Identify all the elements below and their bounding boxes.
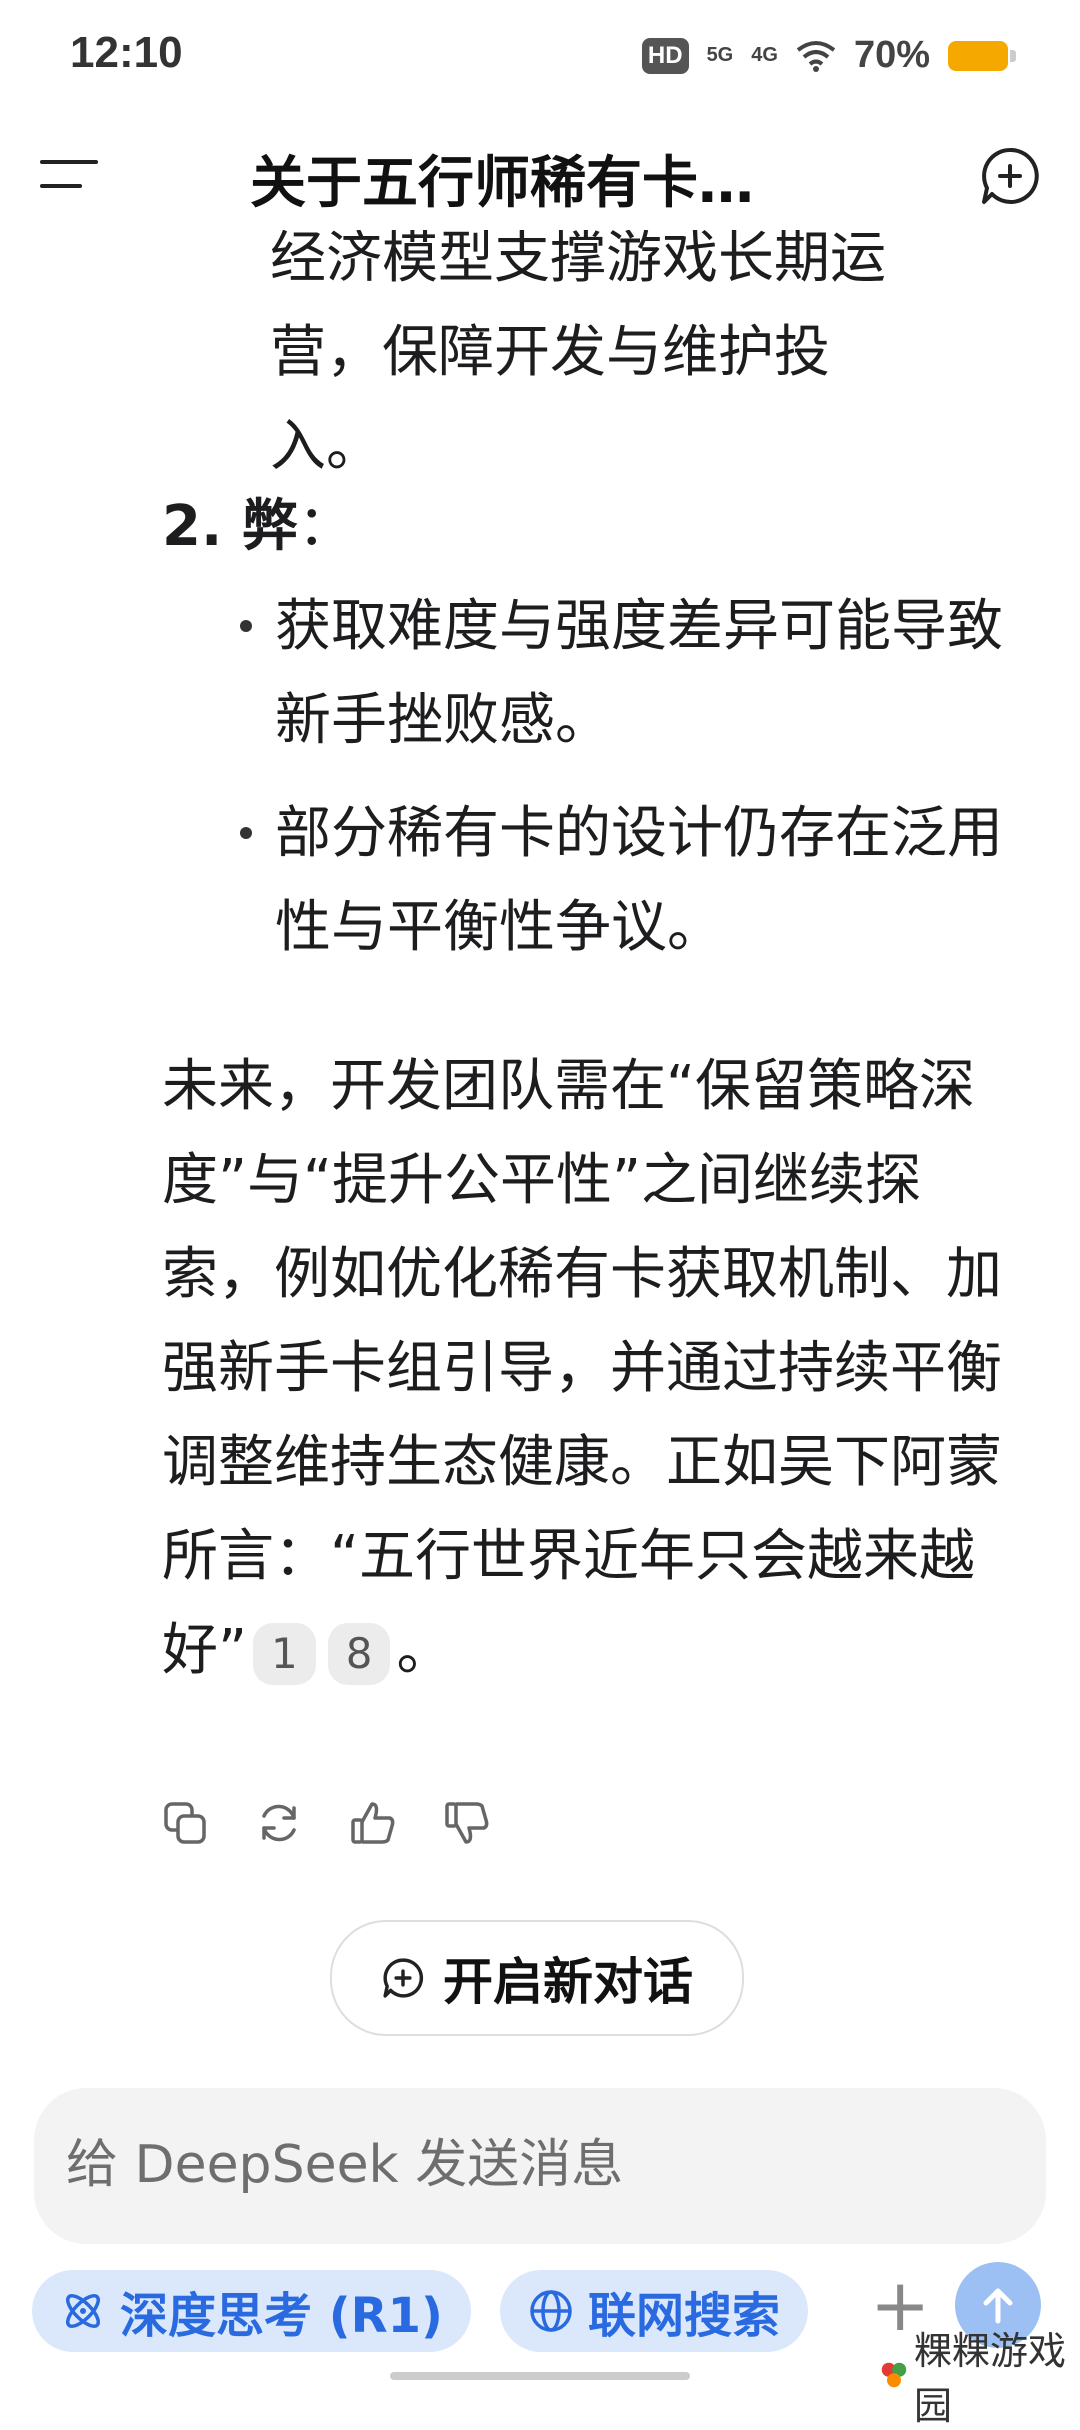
globe-icon <box>530 2290 572 2332</box>
status-bar: 12:10 HD 5G 4G 70% <box>0 0 1080 120</box>
new-dialog-label: 开启新对话 <box>443 1953 693 2011</box>
message-actions <box>160 1798 492 1848</box>
deep-think-label: 深度思考 (R1) <box>120 2288 443 2344</box>
new-chat-icon <box>383 1958 424 1998</box>
deep-think-button[interactable]: 深度思考 (R1) <box>32 2270 471 2352</box>
battery-icon <box>948 40 1016 71</box>
citation-badge[interactable]: 1 <box>253 1622 316 1685</box>
web-search-button[interactable]: 联网搜索 <box>500 2270 809 2352</box>
bullet-item: 获取难度与强度差异可能导致新手挫败感。 <box>275 594 1003 753</box>
home-indicator[interactable] <box>390 2372 690 2380</box>
new-chat-icon[interactable] <box>978 144 1042 208</box>
system-indicators: HD 5G 4G 70% <box>641 34 1016 77</box>
bullet-dot <box>240 620 252 632</box>
watermark-logo-icon <box>881 2362 907 2388</box>
signal-5g-icon: 5G <box>706 44 734 66</box>
menu-icon[interactable] <box>40 152 98 196</box>
page-title: 关于五行师稀有卡… <box>250 151 754 216</box>
chat-message: 经济模型支撑游戏长期运 营，保障开发与维护投 入。 2. 弊： 获取难度与强度差… <box>0 230 1080 1930</box>
summary-paragraph: 未来，开发团队需在“保留策略深度”与“提升公平性”之间继续探索，例如优化稀有卡获… <box>162 1054 1002 1685</box>
message-input-container <box>34 2088 1046 2244</box>
thumbs-up-icon[interactable] <box>348 1798 398 1848</box>
watermark: 粿粿游戏园 <box>880 2320 1080 2430</box>
hd-icon: HD <box>641 37 689 74</box>
citation-badge[interactable]: 8 <box>327 1622 391 1685</box>
atom-icon <box>66 2294 100 2328</box>
message-input[interactable] <box>64 2124 1008 2206</box>
battery-percent: 70% <box>853 34 930 76</box>
bullet-dot <box>240 827 252 839</box>
new-dialog-button[interactable]: 开启新对话 <box>330 1920 744 2036</box>
numbered-item: 2. 弊： <box>162 494 354 559</box>
web-search-label: 联网搜索 <box>588 2288 781 2344</box>
copy-icon[interactable] <box>160 1798 210 1848</box>
regenerate-icon[interactable] <box>254 1798 304 1848</box>
bullet-item: 部分稀有卡的设计仍存在泛用性与平衡性争议。 <box>275 801 1003 960</box>
signal-4g-icon: 4G <box>751 44 778 66</box>
wifi-icon <box>796 40 836 72</box>
partial-list-text: 经济模型支撑游戏长期运 营，保障开发与维护投 入。 <box>270 230 886 479</box>
app-header: 关于五行师稀有卡… <box>0 120 1080 230</box>
thumbs-down-icon[interactable] <box>442 1798 492 1848</box>
clock: 12:10 <box>70 28 183 77</box>
